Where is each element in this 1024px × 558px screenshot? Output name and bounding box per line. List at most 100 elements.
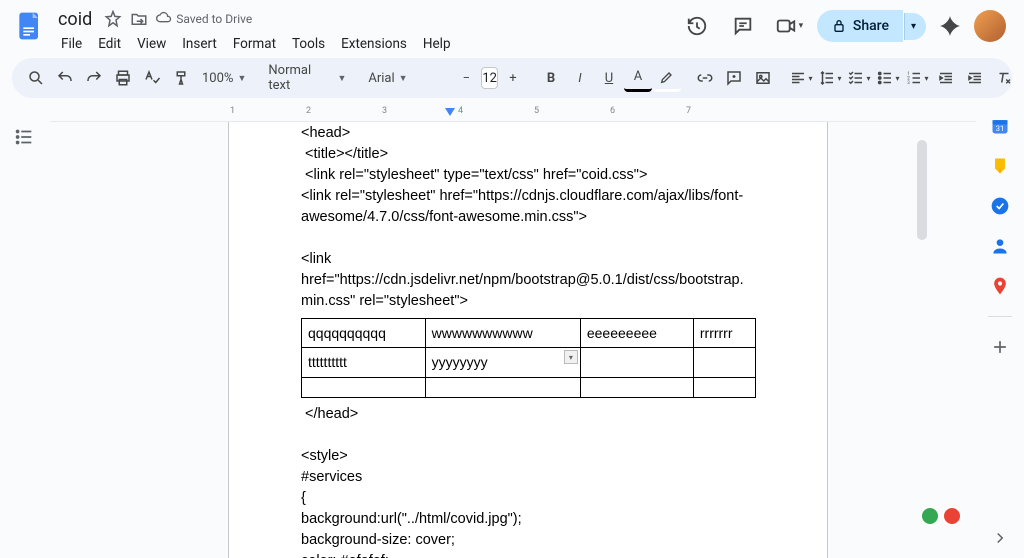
document-line[interactable] (301, 228, 755, 249)
document-line[interactable]: <style> (301, 446, 755, 467)
save-status[interactable]: Saved to Drive (156, 11, 252, 27)
table-cell[interactable]: yyyyyyyy▾ (425, 348, 580, 377)
cell-dropdown-icon[interactable]: ▾ (564, 350, 578, 364)
document-line[interactable]: { (301, 488, 755, 509)
tab-stop-marker[interactable] (445, 108, 455, 116)
menu-insert[interactable]: Insert (175, 32, 224, 56)
paragraph-style-dropdown[interactable]: Normal text▼ (262, 64, 352, 92)
underline-icon[interactable]: U (595, 64, 623, 92)
save-status-text: Saved to Drive (176, 12, 252, 26)
document-line[interactable]: <head> (301, 123, 755, 144)
table-cell[interactable]: qqqqqqqqqq (302, 319, 426, 348)
table-cell[interactable] (580, 348, 693, 377)
table-cell[interactable]: eeeeeeeee (580, 319, 693, 348)
bulleted-list-icon[interactable]: ▾ (874, 64, 902, 92)
presence-badges (920, 506, 962, 526)
move-icon[interactable] (130, 10, 148, 28)
presence-badge-red[interactable] (942, 506, 962, 526)
history-icon[interactable] (679, 8, 715, 44)
toolbar: 100%▼ Normal text▼ Arial▼ − 12 + B I U A… (12, 58, 1012, 98)
zoom-value: 100% (202, 71, 233, 86)
add-comment-icon[interactable] (720, 64, 748, 92)
hide-side-panel-icon[interactable] (988, 526, 1012, 550)
document-table[interactable]: qqqqqqqqqq wwwwwwwwww eeeeeeeee rrrrrrr … (301, 318, 756, 398)
font-family-dropdown[interactable]: Arial▼ (362, 64, 442, 92)
calendar-icon[interactable]: 31 (990, 116, 1010, 136)
table-cell[interactable] (425, 377, 580, 397)
table-cell[interactable] (693, 348, 755, 377)
line-spacing-icon[interactable]: ▾ (816, 64, 844, 92)
presence-badge-green[interactable] (920, 506, 940, 526)
highlight-color-icon[interactable] (653, 64, 681, 92)
gemini-icon[interactable] (936, 12, 964, 40)
document-page[interactable]: <head> <title></title> <link rel="styles… (228, 122, 828, 558)
horizontal-ruler[interactable]: 1 2 3 4 5 6 7 (50, 106, 976, 122)
menu-help[interactable]: Help (416, 32, 458, 56)
increase-font-icon[interactable]: + (499, 64, 527, 92)
redo-icon[interactable] (80, 64, 108, 92)
document-line[interactable]: <link rel="stylesheet" href="https://cdn… (301, 186, 755, 228)
menu-edit[interactable]: Edit (91, 32, 128, 56)
table-cell[interactable]: rrrrrrr (693, 319, 755, 348)
docs-logo[interactable] (12, 8, 48, 44)
star-icon[interactable] (104, 10, 122, 28)
ruler-tick: 2 (306, 106, 382, 116)
share-button[interactable]: Share (817, 10, 903, 42)
increase-indent-icon[interactable] (961, 64, 989, 92)
menu-format[interactable]: Format (226, 32, 283, 56)
table-cell[interactable]: tttttttttt (302, 348, 426, 377)
zoom-dropdown[interactable]: 100%▼ (196, 64, 252, 92)
text-color-icon[interactable]: A (624, 64, 652, 92)
document-line[interactable]: background:url("../html/covid.jpg"); (301, 509, 755, 530)
table-cell[interactable] (693, 377, 755, 397)
document-line[interactable] (301, 425, 755, 446)
document-line[interactable]: background-size: cover; (301, 530, 755, 551)
paint-format-icon[interactable] (167, 64, 195, 92)
document-line[interactable]: </head> (301, 404, 755, 425)
ruler-tick: 6 (610, 106, 686, 116)
maps-icon[interactable] (990, 276, 1010, 296)
print-icon[interactable] (109, 64, 137, 92)
share-dropdown[interactable]: ▾ (904, 13, 926, 40)
table-cell[interactable] (580, 377, 693, 397)
document-line[interactable]: #services (301, 467, 755, 488)
checklist-icon[interactable]: ▾ (845, 64, 873, 92)
insert-link-icon[interactable] (691, 64, 719, 92)
font-value: Arial (368, 71, 394, 86)
clear-formatting-icon[interactable] (990, 64, 1018, 92)
italic-icon[interactable]: I (566, 64, 594, 92)
menu-view[interactable]: View (130, 32, 173, 56)
ruler-tick: 7 (686, 106, 762, 116)
search-menus-icon[interactable] (22, 64, 50, 92)
document-line[interactable]: <link rel="stylesheet" type="text/css" h… (301, 165, 755, 186)
font-size-input[interactable]: 12 (481, 67, 498, 89)
ruler-tick: 1 (230, 106, 306, 116)
doc-title[interactable]: coid (54, 8, 96, 31)
spellcheck-icon[interactable] (138, 64, 166, 92)
document-line[interactable]: <link href="https://cdn.jsdelivr.net/npm… (301, 249, 755, 312)
get-addons-icon[interactable] (990, 337, 1010, 357)
undo-icon[interactable] (51, 64, 79, 92)
svg-text:3: 3 (908, 80, 911, 86)
account-avatar[interactable] (974, 10, 1006, 42)
decrease-font-icon[interactable]: − (452, 64, 480, 92)
menu-file[interactable]: File (54, 32, 89, 56)
comments-icon[interactable] (725, 8, 761, 44)
numbered-list-icon[interactable]: 123▾ (903, 64, 931, 92)
table-cell[interactable] (302, 377, 426, 397)
contacts-icon[interactable] (990, 236, 1010, 256)
menu-extensions[interactable]: Extensions (334, 32, 414, 56)
decrease-indent-icon[interactable] (932, 64, 960, 92)
meet-icon[interactable]: ▾ (771, 8, 807, 44)
align-icon[interactable]: ▾ (787, 64, 815, 92)
show-outline-icon[interactable] (13, 126, 37, 150)
tasks-icon[interactable] (990, 196, 1010, 216)
document-line[interactable]: <title></title> (301, 144, 755, 165)
vertical-scrollbar[interactable] (917, 140, 927, 240)
insert-image-icon[interactable] (749, 64, 777, 92)
menu-tools[interactable]: Tools (285, 32, 332, 56)
bold-icon[interactable]: B (537, 64, 565, 92)
document-line[interactable]: color: #efefef; (301, 551, 755, 558)
keep-icon[interactable] (990, 156, 1010, 176)
table-cell[interactable]: wwwwwwwwww (425, 319, 580, 348)
